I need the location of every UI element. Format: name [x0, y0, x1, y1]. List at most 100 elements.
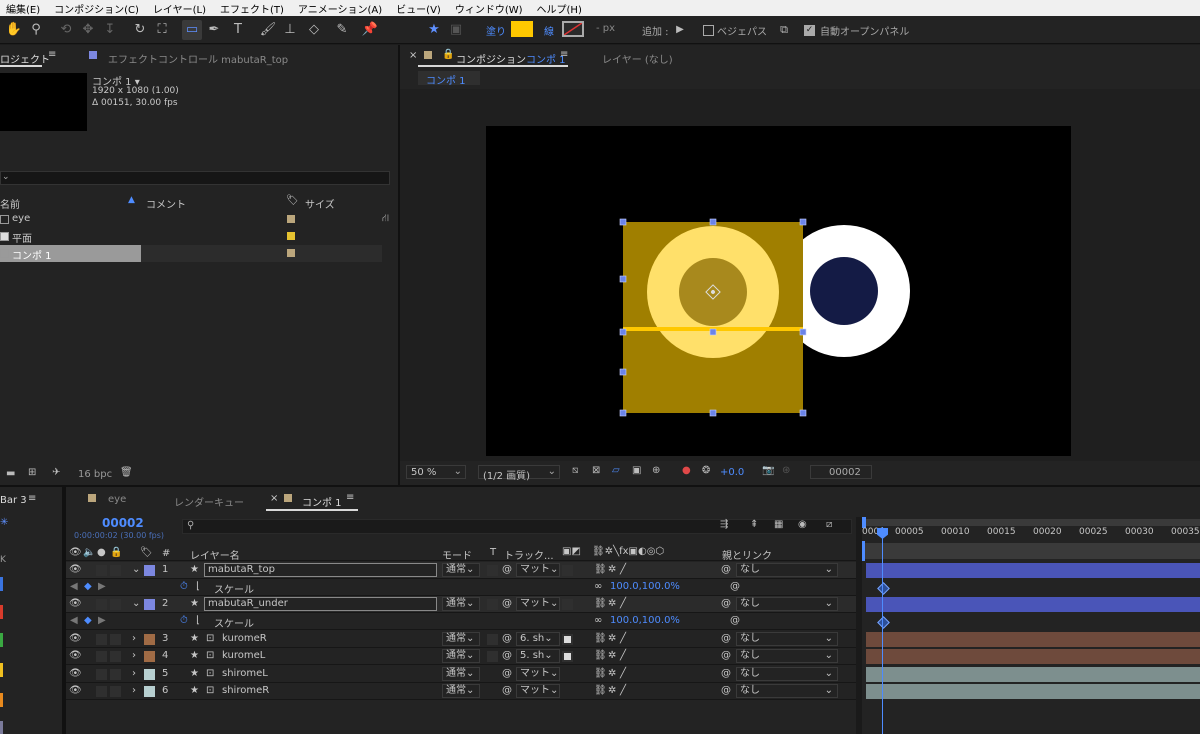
guides-icon[interactable]: ⊕ [652, 465, 660, 476]
pickwhip-icon[interactable]: @ [721, 685, 731, 696]
blend-mode-dropdown[interactable]: 通常⌄ [442, 563, 480, 577]
lock-switch[interactable] [110, 669, 121, 680]
brush-icon[interactable]: ✳ [0, 517, 8, 528]
layer-label-swatch[interactable] [144, 599, 155, 610]
parent-dropdown[interactable]: なし ⌄ [736, 563, 838, 577]
menu-help[interactable]: ヘルプ(H) [537, 1, 582, 16]
panel-menu-icon[interactable]: ≡ [346, 492, 354, 503]
brush-tool-icon[interactable]: 🖌 [258, 20, 278, 40]
auto-open-checkbox[interactable]: ✓ [804, 25, 815, 36]
stopwatch-icon[interactable]: ⏱ [180, 581, 188, 592]
exposure-value[interactable]: +0.0 [720, 467, 744, 478]
color-management-icon[interactable]: ❂ [702, 465, 710, 476]
color-chip[interactable] [0, 633, 3, 647]
layer-label-swatch[interactable] [144, 686, 155, 697]
shy-layer-icon[interactable]: ⛓ [594, 633, 607, 644]
tab-effect-controls[interactable]: エフェクトコントロール mabutaR_top [108, 51, 288, 66]
collapse-icon[interactable]: ✲ [608, 598, 616, 609]
clone-stamp-tool-icon[interactable]: ⊥ [280, 20, 300, 40]
frame-blending-icon[interactable]: ▦ [774, 519, 783, 530]
tab-eye[interactable]: eye [108, 494, 126, 505]
interpret-footage-icon[interactable]: ✈ [52, 467, 60, 478]
quality-icon[interactable]: ╱ [620, 685, 626, 696]
solo-switch[interactable] [96, 686, 107, 697]
panel-toggle-icon[interactable]: ⧉ [774, 20, 794, 40]
mask-visibility-icon[interactable]: ▱ [612, 465, 620, 476]
label-color-swatch[interactable] [287, 249, 295, 257]
shy-switch-icon[interactable]: ⇞ [750, 519, 758, 530]
layer-name[interactable]: kuromeL [222, 650, 265, 661]
zoom-dropdown[interactable]: 50 % ⌄ [406, 465, 466, 479]
scale-value[interactable]: 100.0,100.0% [610, 615, 680, 626]
bezier-path-checkbox[interactable] [703, 25, 714, 36]
layer-name-field[interactable]: mabutaR_under [204, 597, 437, 611]
comp-breadcrumb[interactable]: コンポ 1 [418, 71, 480, 87]
star-mask-icon[interactable]: ★ [424, 20, 444, 40]
layer-duration-bar[interactable] [866, 667, 1200, 682]
zoom-tool-icon[interactable]: ⚲ [26, 20, 46, 40]
solo-switch[interactable] [96, 651, 107, 662]
color-chip[interactable] [0, 693, 3, 707]
blend-mode-dropdown[interactable]: 通常⌄ [442, 632, 480, 646]
color-chip[interactable] [0, 663, 3, 677]
comp-canvas[interactable] [486, 126, 1071, 456]
expand-chevron-down-icon[interactable]: ⌄ [132, 564, 140, 575]
parent-dropdown[interactable]: なし ⌄ [736, 632, 838, 646]
project-item[interactable]: eye [0, 211, 382, 228]
panel-menu-icon[interactable]: ≡ [560, 49, 568, 60]
collapse-icon[interactable]: ✲ [608, 650, 616, 661]
color-chip[interactable] [0, 577, 3, 591]
lock-switch[interactable] [110, 634, 121, 645]
matte-link-icon[interactable]: @ [502, 685, 512, 696]
comp-flowchart-icon[interactable]: ⇶ [720, 519, 728, 530]
puppet-pin-tool-icon[interactable]: 📌 [360, 20, 380, 40]
comp-viewer[interactable] [400, 89, 1200, 461]
track-matte-dropdown[interactable]: マット⌄ [516, 667, 560, 681]
expand-chevron-right-icon[interactable]: › [132, 685, 136, 696]
matte-link-icon[interactable]: @ [502, 668, 512, 679]
pickwhip-icon[interactable]: @ [721, 633, 731, 644]
lock-switch[interactable] [110, 651, 121, 662]
col-parent-header[interactable]: 親とリンク [722, 547, 772, 562]
type-tool-icon[interactable]: T [228, 20, 248, 40]
menu-effect[interactable]: エフェクト(T) [220, 1, 284, 16]
close-tab-icon[interactable]: × [270, 493, 278, 504]
pen-tool-icon[interactable]: ✒ [204, 20, 224, 40]
blend-mode-dropdown[interactable]: 通常⌄ [442, 649, 480, 663]
scale-value[interactable]: 100.0,100.0% [610, 581, 680, 592]
dolly-tool-icon[interactable]: ↧ [100, 20, 120, 40]
layer-duration-bar[interactable] [866, 597, 1200, 612]
visibility-eye-icon[interactable]: 👁 [69, 598, 82, 609]
color-chip[interactable] [0, 605, 3, 619]
constrain-proportions-icon[interactable]: ∞ [594, 581, 602, 592]
matte-invert-switch[interactable] [562, 565, 573, 576]
switches-header-icon[interactable]: ⛓✲╲fx▣◐◎⬡ [592, 546, 664, 557]
label-color-swatch[interactable] [287, 232, 295, 240]
keyframe-diamond-icon[interactable]: ◆ [84, 615, 92, 626]
preserve-transparency-switch[interactable] [487, 651, 498, 662]
fill-color-swatch[interactable] [511, 21, 533, 37]
quality-icon[interactable]: ╱ [620, 564, 626, 575]
graph-editor-icon[interactable]: ⧄ [826, 519, 832, 530]
col-t-header[interactable]: T [490, 547, 496, 558]
stroke-label[interactable]: 線 [544, 23, 554, 38]
matte-invert-switch[interactable] [562, 634, 573, 645]
tab-project[interactable]: ロジェクト [0, 51, 50, 66]
solo-switch[interactable] [96, 634, 107, 645]
collapse-icon[interactable]: ✲ [608, 564, 616, 575]
tab-layer[interactable]: レイヤー (なし) [602, 51, 673, 66]
fill-label[interactable]: 塗り [486, 23, 506, 38]
pickwhip-icon[interactable]: @ [721, 668, 731, 679]
solo-switch[interactable] [96, 565, 107, 576]
timeline-layer-row[interactable]: 👁 › 4 ★ ⊡ kuromeL 通常⌄ @ 5. sh⌄ ⛓ ✲ ╱ @ な… [66, 648, 862, 665]
prev-keyframe-icon[interactable]: ◀ [70, 615, 78, 626]
parent-dropdown[interactable]: なし ⌄ [736, 649, 838, 663]
preserve-transparency-switch[interactable] [487, 565, 498, 576]
layer-label-swatch[interactable] [144, 651, 155, 662]
tab-comp-1[interactable]: コンポ 1 [302, 494, 342, 509]
current-time-field[interactable]: 00002 [810, 465, 872, 479]
col-comment-header[interactable]: コメント [146, 196, 186, 211]
col-size-header[interactable]: サイズ [305, 196, 335, 211]
shy-layer-icon[interactable]: ⛓ [594, 564, 607, 575]
next-keyframe-icon[interactable]: ▶ [98, 581, 106, 592]
